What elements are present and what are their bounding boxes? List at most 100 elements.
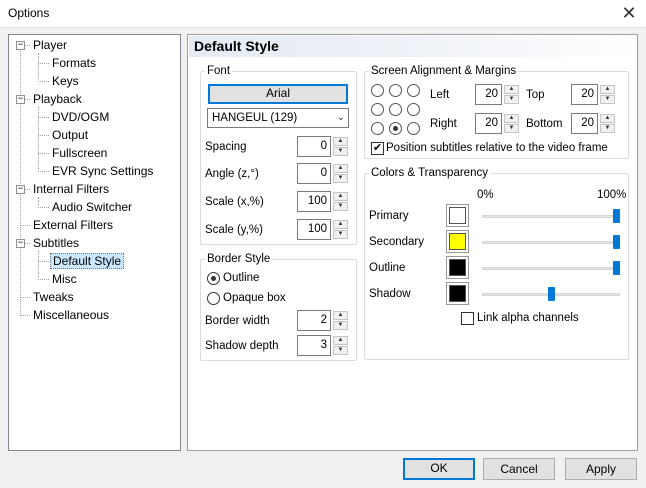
spin-buttons[interactable]: ▲ ▼ (504, 114, 519, 133)
spin-up-icon[interactable]: ▲ (333, 311, 348, 320)
spin-down-icon[interactable]: ▼ (333, 321, 348, 330)
link-alpha-checkbox[interactable] (461, 312, 474, 325)
charset-dropdown[interactable]: HANGEUL (129) ⌄ (207, 108, 349, 128)
spin-up-icon[interactable]: ▲ (504, 85, 519, 94)
align-middle-right-radio[interactable] (407, 103, 420, 116)
opacity-slider[interactable] (482, 261, 620, 275)
spin-up-icon[interactable]: ▲ (504, 114, 519, 123)
tree-item[interactable]: EVR Sync Settings (50, 163, 155, 179)
tree-item[interactable]: Audio Switcher (50, 199, 134, 215)
options-tree[interactable]: − Player Formats Keys − Playback DVD/OGM Output… (8, 34, 181, 451)
collapse-icon[interactable]: − (16, 239, 25, 248)
cancel-button[interactable]: Cancel (483, 458, 555, 480)
link-alpha-label[interactable]: Link alpha channels (477, 312, 579, 324)
spin-up-icon[interactable]: ▲ (333, 192, 348, 201)
bottom-margin-field[interactable]: 20 (571, 113, 598, 134)
tree-item[interactable]: Tweaks (31, 289, 76, 305)
tree-item[interactable]: Miscellaneous (31, 307, 111, 323)
align-top-left-radio[interactable] (371, 84, 384, 97)
angle-field[interactable]: 0 (297, 163, 331, 184)
align-bottom-right-radio[interactable] (407, 122, 420, 135)
opacity-slider[interactable] (482, 235, 620, 249)
spin-down-icon[interactable]: ▼ (333, 202, 348, 211)
color-swatch-button[interactable] (446, 256, 469, 279)
spin-down-icon[interactable]: ▼ (333, 147, 348, 156)
tree-item[interactable]: Fullscreen (50, 145, 109, 161)
shadow-depth-field[interactable]: 3 (297, 335, 331, 356)
spin-down-icon[interactable]: ▼ (600, 124, 615, 133)
opaque-box-label[interactable]: Opaque box (223, 292, 286, 304)
collapse-icon[interactable]: − (16, 185, 25, 194)
align-top-right-radio[interactable] (407, 84, 420, 97)
ok-button[interactable]: OK (403, 458, 475, 480)
tree-item[interactable]: Formats (50, 55, 98, 71)
scale-x-field[interactable]: 100 (297, 191, 331, 212)
slider-thumb[interactable] (548, 287, 555, 301)
tree-item[interactable]: Playback (31, 91, 84, 107)
spin-buttons[interactable]: ▲ ▼ (504, 85, 519, 104)
spin-down-icon[interactable]: ▼ (600, 95, 615, 104)
spin-buttons[interactable]: ▲ ▼ (333, 137, 348, 156)
align-middle-left-radio[interactable] (371, 103, 384, 116)
opaque-box-radio[interactable] (207, 292, 220, 305)
font-button[interactable]: Arial (208, 84, 348, 104)
collapse-icon[interactable]: − (16, 95, 25, 104)
spin-down-icon[interactable]: ▼ (504, 124, 519, 133)
border-width-field[interactable]: 2 (297, 310, 331, 331)
align-bottom-left-radio[interactable] (371, 122, 384, 135)
left-margin-label: Left (430, 89, 450, 101)
outline-radio[interactable] (207, 272, 220, 285)
tree-item[interactable]: Output (50, 127, 90, 143)
apply-button[interactable]: Apply (565, 458, 637, 480)
slider-thumb[interactable] (613, 235, 620, 249)
spin-buttons[interactable]: ▲ ▼ (333, 192, 348, 211)
spin-buttons[interactable]: ▲ ▼ (333, 220, 348, 239)
right-margin-field[interactable]: 20 (475, 113, 502, 134)
slider-thumb[interactable] (613, 209, 620, 223)
color-swatch-button[interactable] (446, 282, 469, 305)
align-bottom-center-radio[interactable] (389, 122, 402, 135)
close-icon[interactable]: ✕ (612, 0, 646, 28)
spin-up-icon[interactable]: ▲ (600, 114, 615, 123)
spin-buttons[interactable]: ▲ ▼ (333, 336, 348, 355)
spin-down-icon[interactable]: ▼ (504, 95, 519, 104)
tree-item[interactable]: Player (31, 37, 69, 53)
tree-connector-line (38, 207, 49, 208)
scale-y-field[interactable]: 100 (297, 219, 331, 240)
left-margin-field[interactable]: 20 (475, 84, 502, 105)
spin-up-icon[interactable]: ▲ (333, 137, 348, 146)
spin-buttons[interactable]: ▲ ▼ (600, 114, 615, 133)
tree-item[interactable]: Internal Filters (31, 181, 111, 197)
align-top-center-radio[interactable] (389, 84, 402, 97)
tree-connector-line (38, 81, 49, 82)
tree-item[interactable]: Misc (50, 271, 79, 287)
spin-down-icon[interactable]: ▼ (333, 230, 348, 239)
color-swatch-button[interactable] (446, 204, 469, 227)
spin-buttons[interactable]: ▲ ▼ (600, 85, 615, 104)
tree-item[interactable]: Keys (50, 73, 81, 89)
spin-up-icon[interactable]: ▲ (333, 164, 348, 173)
outline-label[interactable]: Outline (223, 272, 259, 284)
spin-up-icon[interactable]: ▲ (333, 336, 348, 345)
spacing-field[interactable]: 0 (297, 136, 331, 157)
spin-up-icon[interactable]: ▲ (333, 220, 348, 229)
opacity-slider[interactable] (482, 287, 620, 301)
tree-item[interactable]: Subtitles (31, 235, 81, 251)
relative-position-checkbox[interactable]: ✔ (371, 142, 384, 155)
color-swatch-button[interactable] (446, 230, 469, 253)
opacity-slider[interactable] (482, 209, 620, 223)
spin-up-icon[interactable]: ▲ (600, 85, 615, 94)
top-margin-field[interactable]: 20 (571, 84, 598, 105)
tree-item[interactable]: External Filters (31, 217, 115, 233)
tree-item[interactable]: DVD/OGM (50, 109, 111, 125)
align-middle-center-radio[interactable] (389, 103, 402, 116)
relative-position-label[interactable]: Position subtitles relative to the video… (386, 142, 608, 154)
spin-buttons[interactable]: ▲ ▼ (333, 164, 348, 183)
collapse-icon[interactable]: − (16, 41, 25, 50)
spin-buttons[interactable]: ▲ ▼ (333, 311, 348, 330)
tree-connector-line (38, 153, 49, 154)
tree-item[interactable]: Default Style (50, 253, 125, 269)
spin-down-icon[interactable]: ▼ (333, 346, 348, 355)
slider-thumb[interactable] (613, 261, 620, 275)
spin-down-icon[interactable]: ▼ (333, 174, 348, 183)
